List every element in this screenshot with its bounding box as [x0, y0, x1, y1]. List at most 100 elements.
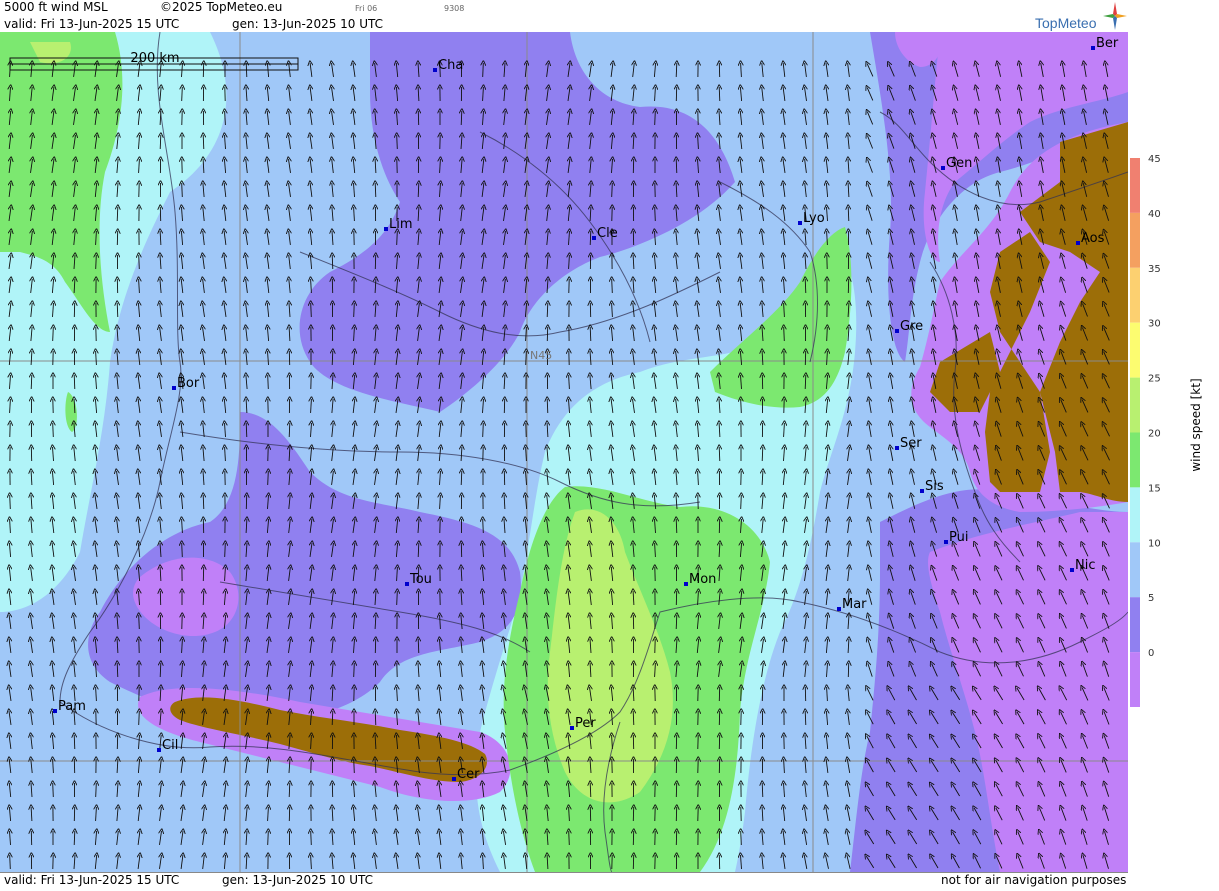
legend-swatch [1130, 213, 1140, 268]
city-label: Mon [689, 572, 716, 587]
wind-map[interactable]: 200 km N45 ChaLimCleLyoGenBerAosGreBorSe… [0, 32, 1128, 872]
wind-arrow [397, 135, 398, 149]
wind-arrow [805, 279, 806, 293]
city-label: Cil [162, 738, 178, 753]
wind-arrow [289, 783, 290, 797]
valid-time: valid: Fri 13-Jun-2025 15 UTC [4, 17, 179, 31]
city-label: Sis [925, 479, 944, 494]
wind-arrow [590, 327, 591, 341]
city-label: Gen [946, 156, 972, 171]
city-marker [433, 68, 437, 72]
legend-tick-label: 15 [1148, 483, 1161, 494]
wind-arrow [289, 423, 290, 437]
wind-arrow [375, 183, 376, 197]
legend-swatch [1130, 597, 1140, 652]
legend-tick-label: 0 [1148, 648, 1154, 659]
city-marker [684, 582, 688, 586]
wind-arrow [655, 207, 656, 221]
wind-arrow [354, 759, 355, 773]
wind-arrow [784, 327, 785, 341]
wind-arrow [676, 615, 677, 629]
city-marker [895, 446, 899, 450]
city-marker [592, 236, 596, 240]
wind-arrow [246, 423, 247, 437]
city-label: Per [575, 716, 596, 731]
city-marker [452, 777, 456, 781]
wind-arrow [612, 183, 613, 197]
generated-time: gen: 13-Jun-2025 10 UTC [232, 17, 383, 31]
wind-arrow [139, 255, 140, 269]
wind-arrow [96, 783, 97, 797]
city-lim: Lim [384, 217, 413, 232]
wind-arrow [418, 639, 419, 653]
wind-arrow [569, 831, 570, 845]
wind-arrow [676, 519, 677, 533]
wind-arrow [10, 855, 11, 869]
wind-arrow [397, 591, 398, 605]
topmeteo-logo: TopMeteo [1035, 15, 1096, 31]
wind-arrow [74, 735, 75, 749]
city-mar: Mar [837, 597, 867, 612]
wind-arrow [655, 111, 656, 125]
legend-swatch [1130, 487, 1140, 542]
wind-arrow [311, 303, 312, 317]
map-header: 5000 ft wind MSL ©2025 TopMeteo.eu Fri 0… [0, 0, 1128, 32]
legend-title: wind speed [kt] [1189, 378, 1203, 471]
wind-arrow [526, 351, 527, 365]
wind-arrow [741, 495, 742, 509]
city-ber: Ber [1091, 36, 1119, 51]
city-marker [405, 582, 409, 586]
wind-map-canvas: 200 km N45 ChaLimCleLyoGenBerAosGreBorSe… [0, 32, 1128, 872]
wind-arrow [268, 831, 269, 845]
wind-arrow [676, 159, 677, 173]
wind-arrow [182, 183, 183, 197]
wind-arrow [203, 495, 204, 509]
wind-arrow [741, 399, 742, 413]
legend-swatch [1130, 542, 1140, 597]
city-marker [53, 709, 57, 713]
map-footer: valid: Fri 13-Jun-2025 15 UTC gen: 13-Ju… [0, 872, 1128, 888]
city-label: Cle [597, 226, 618, 241]
latitude-label: N45 [530, 349, 552, 362]
city-label: Cer [457, 767, 480, 782]
wind-arrow [483, 423, 484, 437]
legend-tick-label: 45 [1148, 154, 1161, 165]
wind-arrow [418, 183, 419, 197]
city-label: Tou [409, 572, 432, 587]
wind-arrow [354, 303, 355, 317]
wind-arrow [53, 327, 54, 341]
city-label: Cha [438, 58, 463, 73]
wind-arrow [354, 663, 355, 677]
legend-tick-label: 5 [1148, 593, 1154, 604]
wind-arrow [762, 447, 763, 461]
city-marker [1070, 568, 1074, 572]
city-label: Aos [1081, 231, 1105, 246]
run-code: 9308 [444, 4, 464, 13]
wind-arrow [74, 375, 75, 389]
wind-speed-legend: 454035302520151050 wind speed [kt] [1128, 0, 1219, 887]
city-label: Ber [1096, 36, 1119, 51]
legend-swatch [1130, 433, 1140, 488]
city-tou: Tou [405, 572, 432, 587]
footer-generated-time: gen: 13-Jun-2025 10 UTC [222, 873, 373, 887]
wind-arrow [182, 87, 183, 101]
wind-arrow [848, 207, 849, 221]
wind-arrow [139, 711, 140, 725]
wind-arrow [418, 543, 419, 557]
day-code: Fri 06 [355, 4, 377, 13]
wind-arrow [268, 375, 269, 389]
legend-tick-label: 25 [1148, 374, 1161, 385]
city-label: Nic [1075, 558, 1095, 573]
city-marker [798, 221, 802, 225]
legend-swatch [1130, 652, 1140, 707]
city-gen: Gen [941, 156, 972, 171]
wind-arrow [719, 87, 720, 101]
city-pam: Pam [53, 699, 86, 714]
legend-tick-label: 40 [1148, 209, 1161, 220]
disclaimer: not for air navigation purposes [941, 873, 1126, 887]
scale-label: 200 km [130, 51, 179, 66]
city-marker [172, 386, 176, 390]
wind-arrow [160, 135, 161, 149]
legend-ticks: 454035302520151050 [1148, 154, 1161, 659]
wind-arrow [268, 471, 269, 485]
